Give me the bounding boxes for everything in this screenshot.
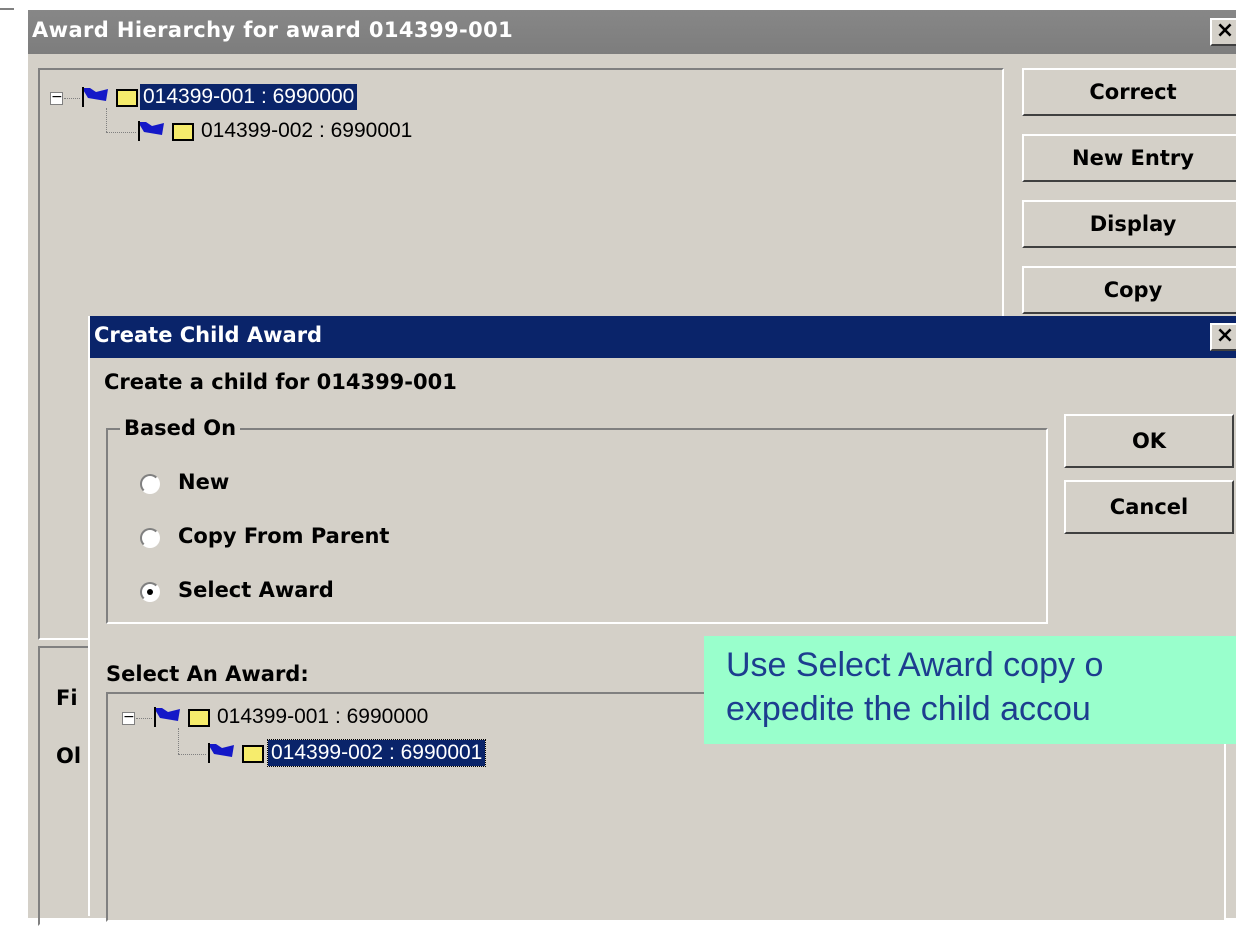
field-label-partial: Ol [56,744,82,768]
close-icon: × [1215,18,1235,43]
folder-icon [188,709,210,727]
radio-copy-from-parent[interactable] [140,528,160,548]
collapse-toggle[interactable]: − [122,710,135,725]
select-award-label: Select An Award: [106,662,309,686]
edge-line [0,8,14,10]
display-button[interactable]: Display [1022,200,1236,248]
radio-new-label[interactable]: New [178,470,229,494]
dialog-heading: Create a child for 014399-001 [104,370,457,394]
close-button[interactable]: × [1210,18,1236,46]
tree-connector [106,132,136,133]
flag-icon [138,121,164,141]
create-child-award-dialog: Create Child Award × Create a child for … [88,316,1236,922]
folder-icon [116,89,138,107]
radio-new[interactable] [140,474,160,494]
dialog-title-bar: Create Child Award × [90,316,1236,358]
correct-button[interactable]: Correct [1022,68,1236,116]
radio-copy-from-parent-label[interactable]: Copy From Parent [178,524,389,548]
tree-connector [136,718,152,719]
tree-node-child-award[interactable]: 014399-002 : 6990001 [266,739,487,767]
collapse-toggle[interactable]: − [50,90,63,105]
cancel-button[interactable]: Cancel [1064,480,1234,534]
tree-connector [178,754,206,755]
based-on-label: Based On [120,416,241,440]
tree-node-child-award[interactable]: 014399-002 : 6990001 [198,118,415,144]
folder-icon [172,123,194,141]
tree-connector [106,108,107,132]
callout-text: Use Select Award copy o [726,646,1104,684]
flag-icon [208,743,234,763]
callout-text: expedite the child accou [726,690,1091,728]
title-bar: Award Hierarchy for award 014399-001 × [28,10,1236,54]
field-label-partial: Fi [56,686,78,710]
copy-button[interactable]: Copy [1022,266,1236,314]
radio-select-award[interactable] [140,582,160,602]
tutorial-callout: Use Select Award copy o expedite the chi… [704,636,1236,744]
tree-node-parent-award[interactable]: 014399-001 : 6990000 [140,84,358,110]
dialog-title: Create Child Award [94,323,323,347]
flag-icon [154,707,180,727]
radio-select-award-label[interactable]: Select Award [178,578,334,602]
ok-button[interactable]: OK [1064,414,1234,468]
flag-icon [82,87,108,107]
new-entry-button[interactable]: New Entry [1022,134,1236,182]
dialog-close-button[interactable]: × [1210,323,1236,351]
tree-connector [178,728,179,754]
window-title: Award Hierarchy for award 014399-001 [32,18,514,42]
tree-node-parent-award[interactable]: 014399-001 : 6990000 [214,704,431,730]
tree-connector [64,98,80,99]
close-icon: × [1215,323,1235,348]
folder-icon [242,745,264,763]
